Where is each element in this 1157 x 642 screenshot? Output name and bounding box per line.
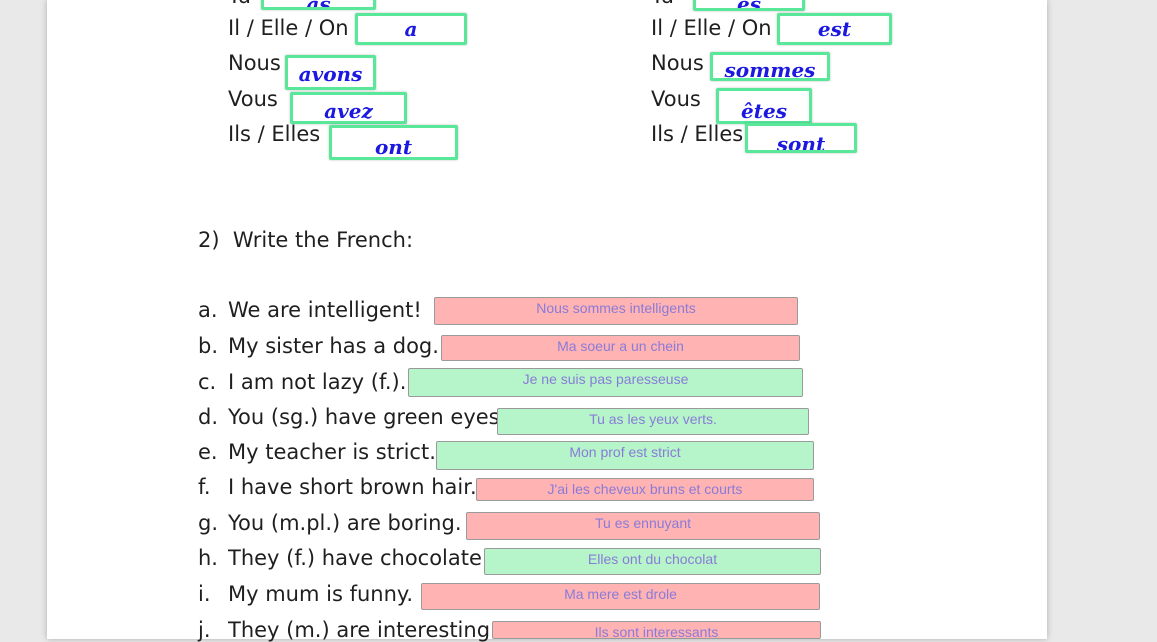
question-letter: h.: [198, 546, 218, 570]
question-prompt: You (m.pl.) are boring.: [228, 511, 462, 535]
answer-field[interactable]: Ils sont interessants: [492, 621, 821, 639]
pronoun-label: Nous: [228, 51, 281, 75]
pronoun-label: Il / Elle / On: [651, 16, 772, 40]
pronoun-label: Tu: [228, 0, 251, 8]
question-prompt: My teacher is strict.: [228, 440, 436, 464]
conjugation-answer-box[interactable]: avons: [285, 55, 376, 90]
question-letter: e.: [198, 440, 218, 464]
conjugation-answer-box[interactable]: es: [693, 0, 805, 11]
pronoun-label: Vous: [651, 87, 701, 111]
conjugation-answer-box[interactable]: avez: [290, 92, 407, 124]
pronoun-label: Il / Elle / On: [228, 16, 349, 40]
question-prompt: They (m.) are interesting.: [228, 618, 497, 642]
answer-field[interactable]: Tu es ennuyant: [466, 512, 820, 540]
question-letter: i.: [198, 582, 211, 606]
conjugation-answer-box[interactable]: est: [777, 13, 892, 45]
answer-field[interactable]: Mon prof est strict: [436, 441, 814, 470]
question-letter: b.: [198, 334, 219, 358]
conjugation-answer-box[interactable]: êtes: [716, 88, 812, 124]
question-letter: a.: [198, 298, 218, 322]
conjugation-answer-box[interactable]: ont: [329, 125, 458, 160]
question-letter: c.: [198, 370, 217, 394]
answer-field[interactable]: Ma mere est drole: [421, 583, 820, 610]
question-prompt: They (f.) have chocolate.: [228, 546, 489, 570]
question-prompt: I have short brown hair.: [228, 475, 477, 499]
pronoun-label: Tu: [651, 0, 674, 8]
answer-field[interactable]: J'ai les cheveux bruns et courts: [476, 478, 814, 501]
answer-field[interactable]: Elles ont du chocolat: [484, 548, 821, 575]
pronoun-label: Ils / Elles: [228, 122, 321, 146]
conjugation-answer-box[interactable]: sont: [745, 123, 857, 153]
answer-field[interactable]: Nous sommes intelligents: [434, 297, 798, 325]
question-prompt: We are intelligent!: [228, 298, 422, 322]
pronoun-label: Nous: [651, 51, 704, 75]
question-letter: j.: [198, 618, 211, 642]
question-letter: d.: [198, 405, 219, 429]
question-prompt: I am not lazy (f.).: [228, 370, 407, 394]
pronoun-label: Vous: [228, 87, 278, 111]
worksheet-page: Tu as Il / Elle / On a Nous avons Vous a…: [47, 0, 1047, 642]
answer-field[interactable]: Ma soeur a un chein: [441, 335, 800, 361]
answer-field[interactable]: Je ne suis pas paresseuse: [408, 368, 803, 397]
question-prompt: You (sg.) have green eyes.: [228, 405, 507, 429]
pronoun-label: Ils / Elles: [651, 122, 744, 146]
question-letter: f.: [198, 475, 211, 499]
conjugation-answer-box[interactable]: a: [355, 13, 467, 45]
section-heading: 2) Write the French:: [198, 228, 414, 252]
question-prompt: My sister has a dog.: [228, 334, 439, 358]
question-prompt: My mum is funny.: [228, 582, 414, 606]
question-letter: g.: [198, 511, 219, 535]
answer-field[interactable]: Tu as les yeux verts.: [497, 408, 809, 435]
conjugation-answer-box[interactable]: as: [261, 0, 376, 10]
conjugation-answer-box[interactable]: sommes: [710, 52, 830, 81]
